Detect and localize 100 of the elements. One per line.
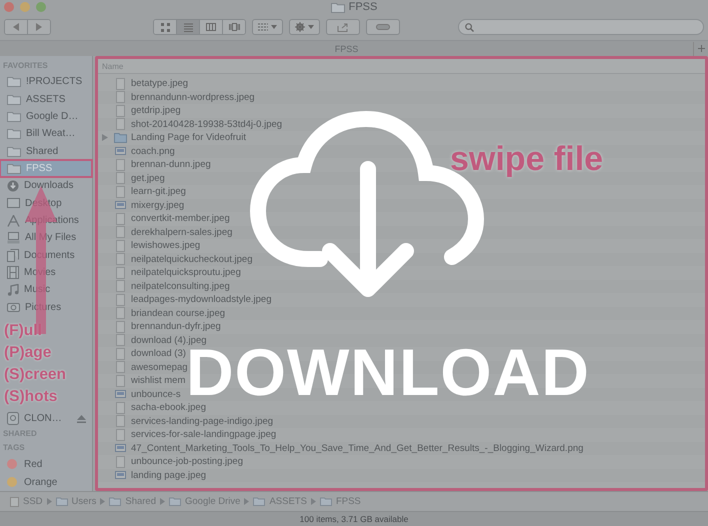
file-name[interactable]: shot-20140428-19938-53td4j-0.jpeg <box>131 118 282 130</box>
search-field[interactable] <box>458 19 704 35</box>
file-name[interactable]: neilpatelconsulting.jpeg <box>131 280 230 292</box>
plus-icon <box>698 45 704 52</box>
folder-icon <box>320 497 332 506</box>
file-name[interactable]: getdrip.jpeg <box>131 105 181 116</box>
file-name[interactable]: convertkit-member.jpeg <box>131 213 230 224</box>
status-text: 100 items, 3.71 GB available <box>300 514 408 524</box>
file-icon <box>116 104 124 117</box>
grid-view-icon <box>160 22 170 32</box>
file-icon <box>116 415 124 428</box>
file-icon <box>116 334 124 346</box>
file-icon <box>116 280 124 292</box>
film-icon <box>7 266 19 280</box>
file-name[interactable]: unbounce-s <box>131 388 181 400</box>
arrange-button[interactable] <box>252 19 283 35</box>
image-file-icon <box>114 471 126 480</box>
zoom-button[interactable] <box>36 2 46 12</box>
file-name[interactable]: 47_Content_Marketing_Tools_To_Help_You_Save_Time_And_Get_Better_Results_-_Blogging_Wizard.png <box>131 442 584 454</box>
disclosure-icon[interactable] <box>102 134 108 142</box>
annotation-text: (P)age <box>4 343 52 364</box>
file-name[interactable]: lewishowes.jpeg <box>131 240 200 252</box>
file-name[interactable]: betatype.jpeg <box>131 78 188 90</box>
file-icon <box>116 456 124 468</box>
camera-icon <box>7 302 20 312</box>
files-icon <box>7 232 20 244</box>
download-label: DOWNLOAD <box>186 348 590 397</box>
tag-item[interactable]: Red <box>0 455 92 474</box>
view-button[interactable] <box>177 20 200 34</box>
file-icon <box>116 212 124 225</box>
file-name[interactable]: unbounce-job-posting.jpeg <box>131 456 243 468</box>
file-icon <box>116 91 124 104</box>
image-file-icon <box>114 390 126 398</box>
back-button[interactable] <box>5 20 28 34</box>
tag-item[interactable]: Orange <box>0 473 92 491</box>
file-name[interactable]: mixergy.jpeg <box>131 200 184 211</box>
file-icon <box>116 226 124 238</box>
list-view-icon <box>184 22 192 32</box>
folder-icon <box>7 110 21 122</box>
image-file-icon <box>114 201 126 210</box>
file-name[interactable]: awesomepag <box>131 362 188 373</box>
file-name[interactable]: learn-git.jpeg <box>131 186 186 198</box>
sidebar-item[interactable]: CLON… <box>0 410 92 428</box>
file-icon <box>116 266 124 279</box>
sidebar-item[interactable]: Google D… <box>0 108 92 126</box>
sidebar-item[interactable]: Documents <box>0 246 92 264</box>
file-name[interactable]: neilpatelquickucheckout.jpeg <box>131 254 252 265</box>
file-name[interactable]: neilpatelquicksproutu.jpeg <box>131 267 241 278</box>
file-icon <box>116 428 124 441</box>
file-name[interactable]: coach.png <box>131 146 175 157</box>
sidebar-item[interactable]: FPSS <box>0 160 92 178</box>
file-name[interactable]: download (3) <box>131 348 186 360</box>
sidebar-item[interactable]: Shared <box>0 142 92 160</box>
folder-icon <box>56 497 68 506</box>
file-name[interactable]: brennan-dunn.jpeg <box>131 159 211 170</box>
sidebar-item[interactable]: Downloads <box>0 177 92 195</box>
view-switcher[interactable] <box>153 19 246 35</box>
action-button[interactable] <box>289 19 320 35</box>
minimize-button[interactable] <box>20 2 30 12</box>
close-button[interactable] <box>4 2 14 12</box>
folder-icon <box>7 128 21 140</box>
file-name[interactable]: download (4).jpeg <box>131 334 207 346</box>
file-name[interactable]: brennandunn-wordpress.jpeg <box>131 92 255 103</box>
file-name[interactable]: wishlist mem <box>131 375 186 386</box>
file-name[interactable]: landing page.jpeg <box>131 470 206 481</box>
folder-icon <box>7 94 21 105</box>
file-name[interactable]: get.jpeg <box>131 172 165 184</box>
share-button[interactable] <box>326 19 360 35</box>
view-button[interactable] <box>154 20 177 34</box>
file-name[interactable]: leadpages-mydownloadstyle.jpeg <box>131 294 272 306</box>
file-icon <box>116 320 124 333</box>
folder-icon <box>109 497 122 506</box>
tag-icon <box>376 24 390 30</box>
sidebar-item[interactable]: !PROJECTS <box>0 73 92 90</box>
file-name[interactable]: Landing Page for Videofruit <box>131 132 246 144</box>
back-icon <box>13 23 19 31</box>
folder-icon <box>7 76 21 88</box>
file-icon <box>116 348 124 360</box>
file-name[interactable]: services-for-sale-landingpage.jpeg <box>131 429 276 440</box>
tag-button[interactable] <box>366 19 400 35</box>
chevron-icon <box>46 498 52 505</box>
forward-icon <box>36 23 42 31</box>
sidebar-item[interactable]: ASSETS <box>0 90 92 108</box>
eject-icon[interactable] <box>77 414 86 423</box>
callout-text: swipe file <box>450 140 604 179</box>
gear-icon <box>295 22 305 32</box>
annotation-text: (S)creen <box>4 365 68 386</box>
file-name[interactable]: briandean course.jpeg <box>131 308 226 319</box>
cover-flow-icon <box>228 23 240 31</box>
file-name[interactable]: sacha-ebook.jpeg <box>131 402 206 414</box>
sidebar-item[interactable]: Bill Weat… <box>0 125 92 142</box>
file-icon <box>116 253 124 266</box>
navigation-control[interactable] <box>4 19 51 35</box>
file-icon <box>116 374 124 387</box>
file-name[interactable]: brennandun-dyfr.jpeg <box>131 321 221 332</box>
file-name[interactable]: services-landing-page-indigo.jpeg <box>131 416 274 427</box>
caret-icon <box>271 25 277 29</box>
file-icon <box>116 294 124 306</box>
column-view-icon <box>206 23 216 31</box>
file-name[interactable]: derekhalpern-sales.jpeg <box>131 226 232 238</box>
